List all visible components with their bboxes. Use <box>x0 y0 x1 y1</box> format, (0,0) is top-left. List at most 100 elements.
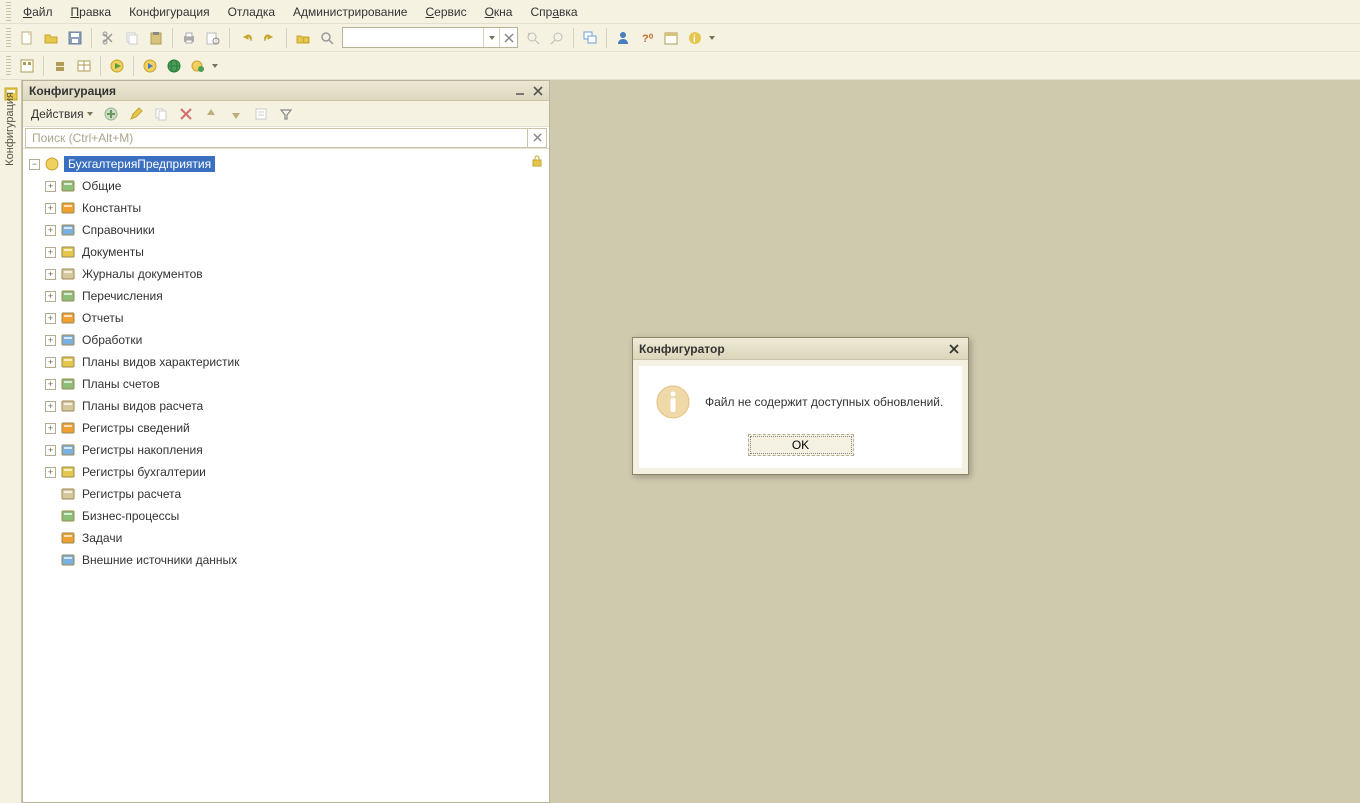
config-tree[interactable]: − БухгалтерияПредприятия +Общие+Констант… <box>23 149 549 802</box>
globe-run-icon[interactable] <box>187 55 209 77</box>
tree-search-input[interactable] <box>25 128 527 148</box>
panel-minimize-icon[interactable] <box>512 83 528 99</box>
tree-item[interactable]: +Общие <box>23 175 549 197</box>
find-next-icon[interactable] <box>522 27 544 49</box>
tree-item[interactable]: +Перечисления <box>23 285 549 307</box>
tree-node-icon <box>60 332 76 348</box>
dialog-close-icon[interactable] <box>946 341 962 357</box>
expand-icon[interactable]: + <box>45 445 56 456</box>
menu-admin[interactable]: Администрирование <box>284 3 416 21</box>
tree-item[interactable]: +Обработки <box>23 329 549 351</box>
print-icon[interactable] <box>178 27 200 49</box>
expand-icon[interactable]: + <box>45 313 56 324</box>
dialog-titlebar[interactable]: Конфигуратор <box>633 338 968 360</box>
toolbar-overflow-icon[interactable] <box>212 64 218 68</box>
module-icon[interactable] <box>16 55 38 77</box>
menu-debug[interactable]: Отладка <box>219 3 284 21</box>
copy-icon[interactable] <box>121 27 143 49</box>
user-icon[interactable] <box>612 27 634 49</box>
actions-dropdown[interactable]: Действия <box>27 107 97 121</box>
search-dropdown-icon[interactable] <box>483 28 499 47</box>
expand-icon[interactable]: + <box>45 181 56 192</box>
menu-help[interactable]: СправкаСправка <box>521 3 586 21</box>
tree-item[interactable]: +Регистры сведений <box>23 417 549 439</box>
move-down-icon[interactable] <box>225 103 247 125</box>
tree-item[interactable]: +Планы счетов <box>23 373 549 395</box>
menu-windows[interactable]: ОкнаОкна <box>476 3 522 21</box>
windows-icon[interactable] <box>579 27 601 49</box>
new-file-icon[interactable] <box>16 27 38 49</box>
move-up-icon[interactable] <box>200 103 222 125</box>
delete-icon[interactable] <box>175 103 197 125</box>
find-folder-icon[interactable] <box>292 27 314 49</box>
tree-item-label: Журналы документов <box>80 266 205 282</box>
tree-item[interactable]: +Регистры накопления <box>23 439 549 461</box>
redo-icon[interactable] <box>259 27 281 49</box>
info-icon[interactable]: i <box>684 27 706 49</box>
separator <box>286 28 287 48</box>
expand-icon[interactable]: + <box>45 379 56 390</box>
expand-icon[interactable]: + <box>45 335 56 346</box>
expand-icon[interactable]: + <box>45 225 56 236</box>
tree-root[interactable]: − БухгалтерияПредприятия <box>23 153 549 175</box>
expand-icon[interactable]: + <box>45 247 56 258</box>
menu-edit[interactable]: ПравкаПравка <box>62 3 121 21</box>
tree-item[interactable]: +Справочники <box>23 219 549 241</box>
expand-icon[interactable]: + <box>45 401 56 412</box>
expand-icon[interactable]: + <box>45 423 56 434</box>
tree-item[interactable]: Регистры расчета <box>23 483 549 505</box>
toolbar-overflow-icon[interactable] <box>709 36 715 40</box>
add-icon[interactable] <box>100 103 122 125</box>
expand-icon[interactable]: + <box>45 269 56 280</box>
find-prev-icon[interactable] <box>546 27 568 49</box>
globe-icon[interactable] <box>163 55 185 77</box>
menu-config[interactable]: Конфигурация <box>120 3 219 21</box>
collapse-icon[interactable]: − <box>29 159 40 170</box>
save-icon[interactable] <box>64 27 86 49</box>
tree-item[interactable]: +Планы видов характеристик <box>23 351 549 373</box>
tree-item[interactable]: +Документы <box>23 241 549 263</box>
copy-item-icon[interactable] <box>150 103 172 125</box>
expand-icon[interactable]: + <box>45 203 56 214</box>
tree-item[interactable]: +Планы видов расчета <box>23 395 549 417</box>
magnifier-icon[interactable] <box>316 27 338 49</box>
db-icon[interactable] <box>49 55 71 77</box>
tree-search-clear-icon[interactable] <box>527 128 547 148</box>
expand-icon[interactable]: + <box>45 467 56 478</box>
edit-icon[interactable] <box>125 103 147 125</box>
dialog-ok-button[interactable]: OK <box>748 434 854 456</box>
print-preview-icon[interactable] <box>202 27 224 49</box>
open-folder-icon[interactable] <box>40 27 62 49</box>
expand-icon[interactable]: + <box>45 357 56 368</box>
filter-icon[interactable] <box>275 103 297 125</box>
tree-node-icon <box>60 310 76 326</box>
separator <box>573 28 574 48</box>
tree-item[interactable]: Задачи <box>23 527 549 549</box>
tree-node-icon <box>60 266 76 282</box>
search-clear-icon[interactable] <box>499 28 517 47</box>
undo-icon[interactable] <box>235 27 257 49</box>
panel-close-icon[interactable] <box>530 83 546 99</box>
expand-icon[interactable]: + <box>45 291 56 302</box>
tree-item[interactable]: + Журналы документов <box>23 263 549 285</box>
debug-run-icon[interactable] <box>139 55 161 77</box>
tree-item[interactable]: + Регистры бухгалтерии <box>23 461 549 483</box>
paste-icon[interactable] <box>145 27 167 49</box>
toolbar-search-input[interactable] <box>343 28 483 47</box>
tree-item[interactable]: Внешние источники данных <box>23 549 549 571</box>
main-toolbar: ?⁰ i <box>0 24 1360 52</box>
syntax-check-icon[interactable]: ?⁰ <box>636 27 658 49</box>
calendar-icon[interactable] <box>660 27 682 49</box>
sort-icon[interactable] <box>250 103 272 125</box>
tree-item-label: Регистры бухгалтерии <box>80 464 208 480</box>
menu-service[interactable]: СервисСервис <box>416 3 475 21</box>
separator <box>606 28 607 48</box>
tree-item[interactable]: Бизнес-процессы <box>23 505 549 527</box>
tree-item[interactable]: +Константы <box>23 197 549 219</box>
table-icon[interactable] <box>73 55 95 77</box>
side-tab[interactable]: Конфигурация <box>0 80 22 803</box>
cut-icon[interactable] <box>97 27 119 49</box>
run-icon[interactable] <box>106 55 128 77</box>
tree-item[interactable]: +Отчеты <box>23 307 549 329</box>
menu-file[interactable]: ФФайлайл <box>14 3 62 21</box>
